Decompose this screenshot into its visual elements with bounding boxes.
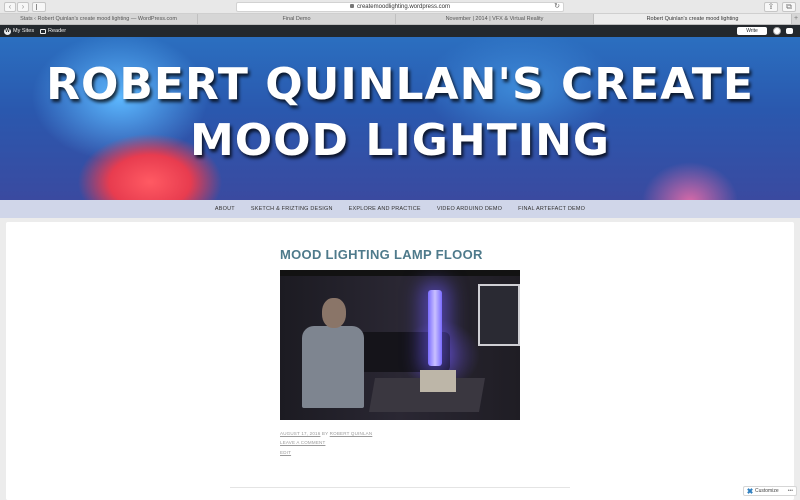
tab-final-demo[interactable]: Final Demo xyxy=(198,14,396,24)
write-label: Write xyxy=(746,28,758,34)
site-title-line-1: ROBERT QUINLAN'S CREATE xyxy=(46,59,754,110)
my-sites-label: My Sites xyxy=(13,28,35,34)
avatar[interactable] xyxy=(773,27,781,35)
leave-comment-link[interactable]: LEAVE A COMMENT xyxy=(280,440,325,445)
customize-button[interactable]: Customize ••• xyxy=(743,486,797,496)
post-title[interactable]: MOOD LIGHTING LAMP FLOOR xyxy=(280,247,483,262)
nav-buttons: ‹ › xyxy=(4,2,29,12)
post-meta-line: AUGUST 17, 2016 BY ROBERT QUINLAN xyxy=(280,431,372,436)
new-tab-button[interactable]: + xyxy=(792,14,800,24)
reader-label: Reader xyxy=(48,28,67,34)
write-button[interactable]: Write xyxy=(737,27,767,35)
more-options-icon[interactable]: ••• xyxy=(788,487,793,495)
video-person-body xyxy=(302,326,364,408)
tab-bar: Stats ‹ Robert Quinlan's create mood lig… xyxy=(0,14,800,25)
video-box xyxy=(420,370,456,392)
video-top-bar xyxy=(280,270,520,276)
post-by: BY xyxy=(321,431,329,436)
video-wall-frame xyxy=(478,284,520,346)
tab-november-2014[interactable]: November | 2014 | VFX & Virtual Reality xyxy=(396,14,594,24)
video-floor-lamp xyxy=(428,290,442,366)
video-person xyxy=(294,298,364,408)
lock-icon xyxy=(349,4,354,8)
menu-item-final-artefact-demo[interactable]: FINAL ARTEFACT DEMO xyxy=(510,206,593,212)
browser-toolbar: ‹ › createmoodlighting.wordpress.com ↻ ⇪… xyxy=(0,0,800,14)
notifications-icon[interactable] xyxy=(786,28,793,34)
my-sites-link[interactable]: W My Sites xyxy=(4,25,34,37)
toolbar-right-buttons: ⇪ ⧉ xyxy=(764,2,796,12)
address-bar-url: createmoodlighting.wordpress.com xyxy=(356,4,451,10)
post-date[interactable]: AUGUST 17, 2016 xyxy=(280,431,320,436)
edit-link[interactable]: EDIT xyxy=(280,450,291,455)
menu-item-explore-practice[interactable]: EXPLORE AND PRACTICE xyxy=(341,206,429,212)
reader-icon xyxy=(40,28,46,34)
address-bar[interactable]: createmoodlighting.wordpress.com ↻ xyxy=(236,2,564,12)
menu-item-sketch-design[interactable]: SKETCH & FRIZTING DESIGN xyxy=(243,206,341,212)
share-button[interactable]: ⇪ xyxy=(764,2,778,12)
main-navigation: ABOUT SKETCH & FRIZTING DESIGN EXPLORE A… xyxy=(0,200,800,218)
post-author[interactable]: ROBERT QUINLAN xyxy=(330,431,373,436)
site-title-line-2: MOOD LIGHTING xyxy=(189,115,611,166)
menu-item-video-arduino-demo[interactable]: VIDEO ARDUINO DEMO xyxy=(429,206,510,212)
back-button[interactable]: ‹ xyxy=(4,2,16,12)
video-embed[interactable] xyxy=(280,270,520,420)
video-person-head xyxy=(322,298,346,328)
reader-link[interactable]: Reader xyxy=(40,25,66,37)
show-tabs-button[interactable]: ⧉ xyxy=(782,2,796,12)
reload-icon[interactable]: ↻ xyxy=(554,3,560,11)
menu-item-about[interactable]: ABOUT xyxy=(207,206,243,212)
tab-stats[interactable]: Stats ‹ Robert Quinlan's create mood lig… xyxy=(0,14,198,24)
sidebar-toggle-button[interactable] xyxy=(32,2,46,12)
forward-button[interactable]: › xyxy=(17,2,29,12)
post-divider xyxy=(230,487,570,488)
site-header-image: ROBERT QUINLAN'S CREATE MOOD LIGHTING xyxy=(0,37,800,200)
customize-icon xyxy=(747,488,753,494)
wp-admin-bar: W My Sites Reader Write xyxy=(0,25,800,37)
wordpress-icon: W xyxy=(4,27,11,35)
tab-create-mood-lighting[interactable]: Robert Quinlan's create mood lighting xyxy=(594,14,792,24)
site-title[interactable]: ROBERT QUINLAN'S CREATE MOOD LIGHTING xyxy=(0,57,800,169)
customize-label: Customize xyxy=(755,488,779,494)
